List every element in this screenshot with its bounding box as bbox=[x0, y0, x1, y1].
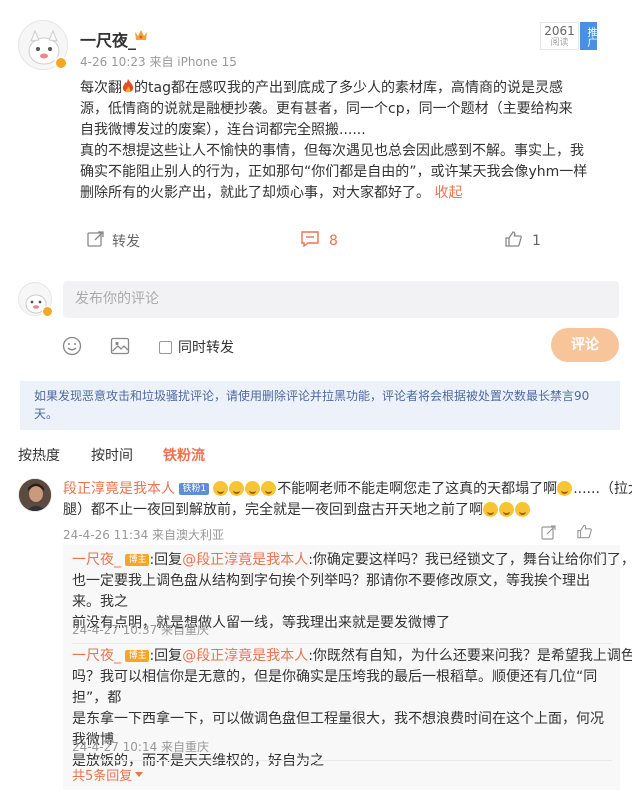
more-replies-label: 共5条回复 bbox=[72, 769, 133, 784]
post-body-line3: 自我微博发过的废案），连台词都完全照搬...... bbox=[80, 122, 366, 138]
collapse-link[interactable]: 收起 bbox=[434, 185, 462, 201]
crying-emoji-icon bbox=[483, 502, 498, 517]
crying-emoji-icon bbox=[499, 502, 514, 517]
emoji-button[interactable] bbox=[62, 336, 82, 356]
comment-line1-end: ......（拉大 bbox=[573, 481, 632, 497]
comment-line2: 腿）都不止一夜回到解放前，完全就是一夜回到盘古开天地之前了啊 bbox=[63, 502, 483, 518]
crying-emoji-icon bbox=[557, 481, 573, 496]
reply-author[interactable]: 一尺夜_ bbox=[72, 552, 121, 568]
comment-input[interactable]: 发布你的评论 bbox=[63, 281, 619, 318]
fan-badge: 铁粉1 bbox=[179, 483, 210, 495]
notice-line2: 天。 bbox=[34, 407, 59, 421]
notice-line1: 如果发现恶意攻击和垃圾骚扰评论，请使用删除评论并拉黑功能，评论者将会根据被处置次… bbox=[34, 389, 590, 403]
reply-meta: 24-4-27 10:37 来自重庆 bbox=[72, 623, 210, 637]
post-body-line6: 删除所有的火影产出，就此了却烦心事，对大家都好了。 bbox=[80, 185, 430, 201]
post-author-name[interactable]: 一尺夜_ bbox=[80, 27, 136, 51]
post-body-line5: 确实不能阻止别人的行为，正如那句“你们都是自由的”，或许某天我会像yhm一样 bbox=[80, 164, 588, 180]
commenter-name[interactable]: 段正淳竟是我本人 bbox=[63, 481, 175, 497]
triangle-down-icon bbox=[135, 772, 144, 777]
image-button[interactable] bbox=[110, 336, 130, 356]
reply-line2: 也一定要我上调色盘从结构到字句挨个列举吗？那请你不要修改原文，等我挨个理出来。我… bbox=[72, 573, 590, 610]
comment-icon bbox=[301, 231, 319, 251]
read-count: 2061 bbox=[544, 24, 575, 38]
forward-icon bbox=[87, 231, 104, 251]
comment-button[interactable]: 8 bbox=[301, 231, 338, 251]
comment-like-icon[interactable] bbox=[577, 524, 592, 543]
comment-body: 段正淳竟是我本人 铁粉1 不能啊老师不能走啊您走了这真的天都塌了啊 ......（拉… bbox=[63, 479, 632, 521]
like-count: 1 bbox=[532, 233, 541, 249]
reply-divider bbox=[72, 760, 612, 761]
post-meta: 4-26 10:23 来自 iPhone 15 bbox=[80, 55, 237, 69]
post-body-line2: 源，低情商的说就是融梗抄袭。更有甚者，同一个cp，同一个题材（主要给构来 bbox=[80, 101, 573, 117]
reply-line1: :你确定要这样吗？我已经锁文了，舞台让给你们了，你 bbox=[308, 552, 632, 568]
forward-label: 转发 bbox=[112, 234, 140, 250]
verified-badge-icon bbox=[54, 56, 68, 70]
commenter-avatar[interactable] bbox=[18, 478, 52, 512]
crying-emoji-icon bbox=[245, 481, 261, 496]
like-button[interactable]: 1 bbox=[505, 231, 541, 251]
reply-mention[interactable]: @段正淳竟是我本人 bbox=[182, 552, 308, 568]
post-body-line1a: 每次翻 bbox=[80, 80, 122, 96]
also-forward-checkbox[interactable]: 同时转发 bbox=[159, 337, 234, 357]
comment-line1: 不能啊老师不能走啊您走了这真的天都塌了啊 bbox=[277, 481, 558, 497]
crying-emoji-icon bbox=[229, 481, 245, 496]
author-badge: 博主 bbox=[125, 650, 150, 662]
comment-count: 8 bbox=[329, 233, 338, 249]
post-body-line4: 真的不想提这些让人不愉快的事情，但每次遇见也总会因此感到不解。事实上，我 bbox=[80, 143, 584, 159]
promote-button[interactable]: 推广 bbox=[580, 22, 597, 50]
tab-by-time[interactable]: 按时间 bbox=[91, 445, 133, 465]
post-body-line1b: 的tag都在感叹我的产出到底成了多少人的素材库，高情商的说是灵感 bbox=[134, 80, 563, 96]
tab-by-popularity[interactable]: 按热度 bbox=[18, 445, 60, 465]
comment-reply-icon[interactable] bbox=[541, 525, 556, 544]
notice-banner: 如果发现恶意攻击和垃圾骚扰评论，请使用删除评论并拉黑功能，评论者将会根据被处置次… bbox=[20, 381, 620, 430]
reply-meta: 24-4-27 10:14 来自重庆 bbox=[72, 740, 210, 754]
reply-line2: 吗？我可以相信你是无意的，但是你确实是压垮我的最后一根稻草。顺便还有几位“同担”… bbox=[72, 669, 598, 706]
reply-prefix: :回复 bbox=[149, 552, 183, 568]
fire-icon bbox=[122, 79, 134, 94]
more-replies-button[interactable]: 共5条回复 bbox=[72, 765, 144, 784]
crying-emoji-icon bbox=[261, 481, 277, 496]
submit-comment-button[interactable]: 评论 bbox=[551, 328, 619, 362]
reply-prefix: :回复 bbox=[149, 648, 183, 664]
forward-button[interactable]: 转发 bbox=[87, 231, 140, 251]
author-badge: 博主 bbox=[125, 554, 150, 566]
crying-emoji-icon bbox=[213, 481, 229, 496]
reply-divider bbox=[72, 643, 612, 644]
crown-icon bbox=[134, 29, 148, 42]
read-count-box: 2061 阅读 bbox=[540, 22, 579, 50]
also-forward-label: 同时转发 bbox=[178, 340, 234, 356]
tab-iron-fans[interactable]: 铁粉流 bbox=[163, 445, 205, 465]
reply-mention[interactable]: @段正淳竟是我本人 bbox=[182, 648, 308, 664]
read-label: 阅读 bbox=[550, 38, 569, 48]
crying-emoji-icon bbox=[515, 502, 530, 517]
like-icon bbox=[505, 231, 522, 251]
comment-meta: 24-4-26 11:34 来自澳大利亚 bbox=[63, 528, 225, 542]
post-body: 每次翻 的tag都在感叹我的产出到底成了多少人的素材库，高情商的说是灵感 源，低情… bbox=[80, 78, 620, 204]
reply-line1: :你既然有自知，为什么还要来问我？是希望我上调色盘 bbox=[308, 648, 632, 664]
my-verified-icon bbox=[42, 306, 53, 317]
reply-author[interactable]: 一尺夜_ bbox=[72, 648, 121, 664]
